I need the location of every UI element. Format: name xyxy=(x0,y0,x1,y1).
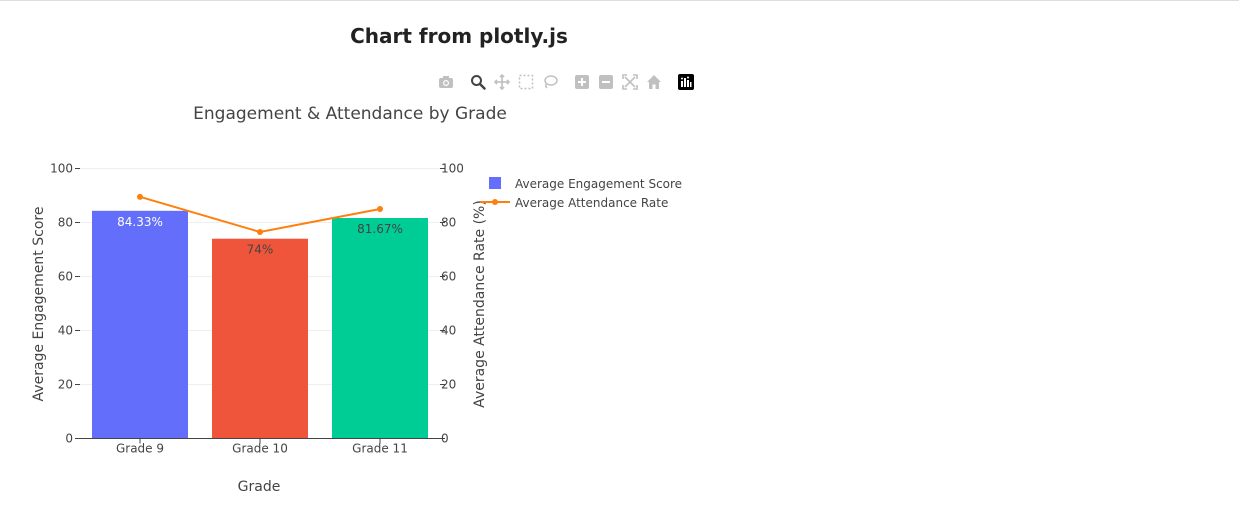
y-tick-label: 40 xyxy=(58,324,73,338)
y-tick-label: 60 xyxy=(58,270,73,284)
legend-item-engagement[interactable]: Average Engagement Score xyxy=(489,177,682,191)
y-tick-label: 20 xyxy=(58,378,73,392)
bar-grade-10[interactable] xyxy=(212,238,308,439)
x-tick-label: Grade 9 xyxy=(116,442,164,456)
x-axis-title: Grade xyxy=(238,479,281,495)
chart-svg: 84.33% 74% 81.67% 0 20 40 60 80 100 0 20 40 60 80 100… xyxy=(31,104,682,495)
legend[interactable]: Average Engagement Score Average Attenda… xyxy=(480,177,682,210)
y-axis-title: Average Engagement Score xyxy=(31,207,47,402)
legend-swatch-marker xyxy=(492,199,498,205)
y2-tick-label: 60 xyxy=(441,270,456,284)
y2-tick-label: 100 xyxy=(441,162,464,176)
bar-grade-9[interactable] xyxy=(92,210,188,439)
y-tick-label: 100 xyxy=(50,162,73,176)
attendance-point-grade-9[interactable] xyxy=(137,193,143,200)
bar-data-label: 74% xyxy=(247,243,274,257)
y-tick-label: 0 xyxy=(65,432,73,446)
y2-tick-label: 40 xyxy=(441,324,456,338)
legend-label-attendance: Average Attendance Rate xyxy=(515,196,668,210)
legend-swatch-bar xyxy=(489,177,501,189)
bar-data-label: 81.67% xyxy=(357,222,403,236)
bar-grade-11[interactable] xyxy=(332,217,428,439)
x-tick-label: Grade 11 xyxy=(352,442,408,456)
attendance-point-grade-10[interactable] xyxy=(257,228,263,235)
bar-series[interactable]: 84.33% 74% 81.67% xyxy=(92,210,428,439)
y-tick-label: 80 xyxy=(58,216,73,230)
x-tick-label: Grade 10 xyxy=(232,442,288,456)
y2-axis-title: Average Attendance Rate (%) xyxy=(472,200,488,408)
legend-item-attendance[interactable]: Average Attendance Rate xyxy=(480,196,668,210)
y2-tick-label: 0 xyxy=(441,432,449,446)
y2-tick-label: 80 xyxy=(441,216,456,230)
bar-data-label: 84.33% xyxy=(117,215,163,229)
chart-title: Engagement & Attendance by Grade xyxy=(193,104,507,124)
legend-label-engagement: Average Engagement Score xyxy=(515,177,682,191)
y2-tick-label: 20 xyxy=(441,378,456,392)
attendance-point-grade-11[interactable] xyxy=(377,206,383,212)
